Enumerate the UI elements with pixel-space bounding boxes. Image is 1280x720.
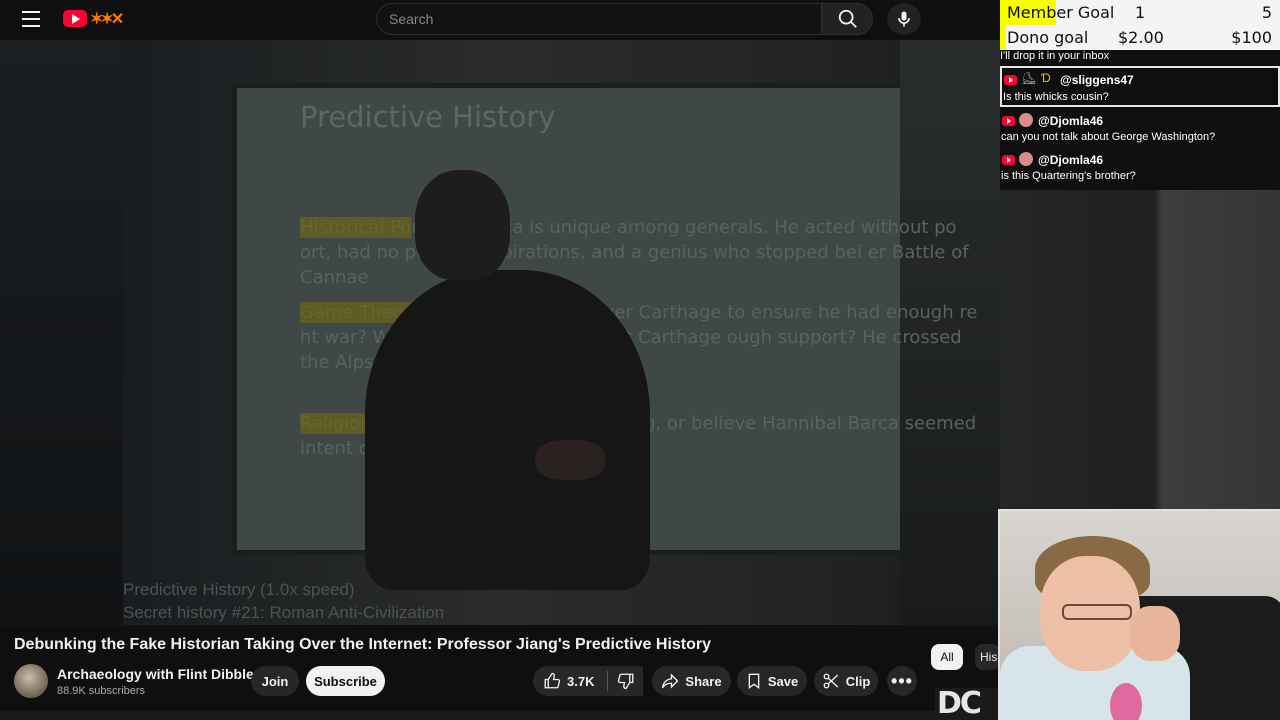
dono-goal-current: $2.00 — [1118, 28, 1164, 47]
search-input-wrapper — [376, 3, 822, 35]
chip-all[interactable]: All — [931, 644, 963, 670]
youtube-badge-icon — [1002, 155, 1015, 165]
video-progress-track[interactable] — [0, 625, 1000, 628]
voice-search-button[interactable] — [887, 3, 921, 35]
more-actions-button[interactable]: ••• — [887, 666, 917, 696]
chat-username: @Djomla46 — [1038, 153, 1104, 167]
like-count: 3.7K — [567, 673, 595, 689]
goals-panel: Member Goal 1 5 Dono goal $2.00 $100 — [1000, 0, 1280, 50]
lecturer-silhouette — [365, 170, 650, 590]
save-label: Save — [767, 673, 799, 689]
share-button[interactable]: Share — [652, 666, 731, 696]
member-goal-target: 5 — [1261, 3, 1272, 22]
chat-username: @sliggens47 — [1060, 73, 1134, 87]
video-caption-line-2: Secret history #21: Roman Anti-Civilizat… — [123, 603, 445, 622]
menu-icon[interactable] — [18, 8, 44, 30]
brand-mark: DC — [937, 688, 982, 720]
scissors-icon — [823, 673, 838, 689]
channel-avatar[interactable] — [14, 664, 48, 698]
chat-message-clipped: I'll drop it in your inbox — [1000, 50, 1110, 62]
search-input[interactable] — [377, 4, 821, 34]
dono-goal-label: Dono goal — [1007, 28, 1089, 47]
subscribe-button[interactable]: Subscribe — [306, 666, 385, 696]
youtube-badge-icon — [1002, 116, 1015, 126]
search-icon — [838, 9, 857, 28]
webcam-glasses — [1062, 604, 1132, 620]
join-button[interactable]: Join — [251, 666, 299, 696]
share-icon — [662, 673, 679, 689]
microphone-icon — [898, 11, 910, 27]
chat-avatar — [1019, 152, 1033, 166]
more-icon: ••• — [891, 670, 913, 691]
chat-text: can you not talk about George Washington… — [1001, 131, 1216, 143]
dono-goal: Dono goal $2.00 $100 — [1000, 25, 1280, 50]
video-pillarbox-left — [0, 40, 123, 625]
dono-goal-progress — [1000, 25, 1006, 50]
thumbs-down-icon — [617, 673, 633, 690]
youtube-badge-icon — [1004, 75, 1017, 85]
thumbs-up-icon — [544, 672, 561, 689]
search-button[interactable] — [821, 3, 873, 35]
top-bar: ✶✶✕ — [0, 0, 1000, 40]
flame-icon: ✶✶✕ — [90, 11, 124, 28]
member-goal-label: Member Goal — [1007, 3, 1115, 22]
chip-history[interactable]: His — [975, 644, 1000, 670]
chat-avatar — [1019, 113, 1033, 127]
chat-username: @Djomla46 — [1038, 114, 1104, 128]
chat-text: is this Quartering's brother? — [1001, 170, 1136, 182]
chat-overlay: I'll drop it in your inbox ⛸ Ɗ @sliggens… — [1000, 50, 1280, 190]
webcam-hand — [1130, 606, 1180, 661]
youtube-play-icon — [63, 10, 87, 27]
page-bottom-edge — [0, 711, 935, 720]
bookmark-icon — [748, 673, 760, 689]
join-label: Join — [261, 673, 289, 689]
save-button[interactable]: Save — [737, 666, 807, 696]
channel-name[interactable]: Archaeology with Flint Dibble — [57, 666, 254, 682]
clip-label: Clip — [845, 673, 871, 689]
share-label: Share — [685, 673, 722, 689]
member-badge-icon: Ɗ — [1041, 71, 1051, 85]
clip-button[interactable]: Clip — [814, 666, 878, 696]
overlay-background — [1000, 190, 1280, 510]
member-goal: Member Goal 1 5 — [1000, 0, 1280, 25]
slide-title: Predictive History — [300, 100, 556, 134]
dislike-button[interactable] — [608, 666, 643, 696]
video-caption-line-1: Predictive History (1.0x speed) — [123, 580, 355, 599]
dono-goal-target: $100 — [1231, 28, 1272, 47]
streamer-webcam — [998, 509, 1280, 720]
slide-highlight: Religion — [300, 413, 372, 434]
subscriber-count: 88.9K subscribers — [57, 685, 146, 697]
chat-text: Is this whicks cousin? — [1003, 91, 1109, 103]
member-goal-current: 1 — [1135, 3, 1146, 22]
video-title: Debunking the Fake Historian Taking Over… — [14, 636, 712, 653]
webcam-shirt-print — [1110, 683, 1142, 720]
subscribe-label: Subscribe — [314, 673, 377, 689]
streamer-brand-logo: DC — [935, 688, 1000, 720]
youtube-logo[interactable]: ✶✶✕ — [63, 8, 143, 30]
sneaker-badge-icon: ⛸ — [1021, 71, 1037, 85]
chat-message: ⛸ Ɗ @sliggens47 Is this whicks cousin? — [1000, 66, 1280, 107]
